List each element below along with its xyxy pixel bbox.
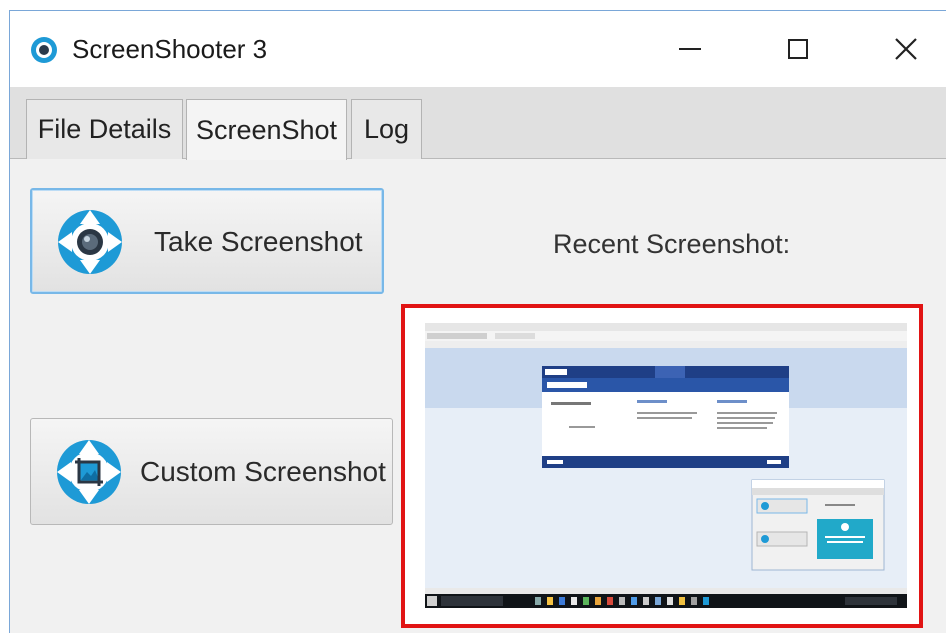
tab-screenshot[interactable]: ScreenShot [186,99,347,160]
minimize-icon [679,48,701,50]
tab-log[interactable]: Log [351,99,422,159]
app-window: ScreenShooter 3 File Details ScreenShot … [9,10,946,633]
recent-screenshot-label: Recent Screenshot: [553,229,791,259]
window-title: ScreenShooter 3 [72,34,268,64]
camera-aperture-icon [31,37,57,63]
tab-bar: File Details ScreenShot Log [10,87,946,160]
custom-screenshot-button[interactable]: Custom Screenshot [30,418,393,525]
take-screenshot-label: Take Screenshot [154,226,363,257]
minimize-button[interactable] [645,11,735,87]
tab-file-details[interactable]: File Details [26,99,183,159]
take-screenshot-button[interactable]: Take Screenshot [30,188,384,294]
camera-aperture-icon [58,210,122,274]
maximize-button[interactable] [753,11,843,87]
close-icon [895,38,917,60]
crop-aperture-icon [57,440,121,504]
maximize-icon [788,39,808,59]
screenshot-thumbnail [405,308,919,624]
custom-screenshot-label: Custom Screenshot [140,456,386,487]
title-bar[interactable]: ScreenShooter 3 [10,11,946,87]
screenshot-tab-content: Take Screenshot Custom Screenshot Recent… [10,159,946,634]
recent-screenshot-preview[interactable] [401,304,923,628]
close-button[interactable] [861,11,946,87]
